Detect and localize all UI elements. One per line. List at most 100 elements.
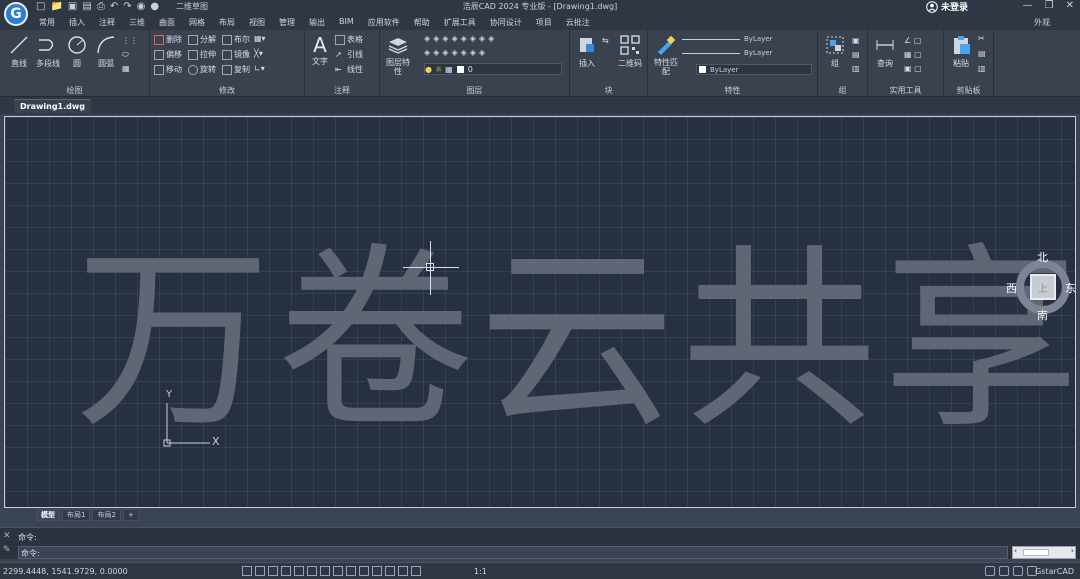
table-button[interactable]: 表格 bbox=[335, 34, 363, 45]
menu-tab-14[interactable]: 协同设计 bbox=[483, 17, 529, 28]
stretch-button[interactable]: 拉伸 bbox=[188, 49, 216, 60]
mirror-button[interactable]: 镜像 bbox=[222, 49, 250, 60]
drawing-canvas[interactable]: 万卷云共享 Y X 上 北 南 东 西 bbox=[4, 116, 1076, 508]
menu-tab-9[interactable]: 输出 bbox=[302, 17, 332, 28]
menu-tab-4[interactable]: 曲面 bbox=[152, 17, 182, 28]
menu-tab-7[interactable]: 视图 bbox=[242, 17, 272, 28]
viewcube-north[interactable]: 北 bbox=[1037, 249, 1048, 265]
selection-cycle-icon[interactable] bbox=[359, 566, 369, 576]
command-input[interactable]: 命令: bbox=[18, 546, 1008, 559]
linetype-dropdown[interactable]: ByLayer bbox=[682, 49, 812, 57]
scrollbar-thumb[interactable] bbox=[1023, 549, 1049, 556]
minimize-icon[interactable]: — bbox=[1023, 0, 1033, 11]
menu-tab-15[interactable]: 项目 bbox=[529, 17, 559, 28]
restore-icon[interactable]: ❐ bbox=[1045, 0, 1054, 11]
menu-tab-12[interactable]: 帮助 bbox=[407, 17, 437, 28]
layer-properties-tool[interactable]: 图层特性 bbox=[384, 34, 412, 76]
polyline-tool[interactable]: 多段线 bbox=[34, 34, 62, 69]
lineweight-toggle-icon[interactable] bbox=[333, 566, 343, 576]
annotation-scale-icon[interactable] bbox=[411, 566, 421, 576]
command-pen-icon[interactable]: ✎ bbox=[3, 545, 11, 555]
viewcube-south[interactable]: 南 bbox=[1037, 307, 1048, 323]
menu-tab-0[interactable]: 常用 bbox=[32, 17, 62, 28]
move-button[interactable]: 移动 bbox=[154, 64, 182, 75]
arc-tool[interactable]: 圆弧 bbox=[93, 34, 119, 69]
boolean-button[interactable]: 布尔 bbox=[222, 34, 250, 45]
menu-tab-16[interactable]: 云批注 bbox=[559, 17, 597, 28]
menu-tab-3[interactable]: 三维 bbox=[122, 17, 152, 28]
menu-tab-6[interactable]: 布局 bbox=[212, 17, 242, 28]
fillet-icon[interactable]: ∟▾ bbox=[254, 64, 265, 73]
leader-button[interactable]: ↗ 引线 bbox=[335, 49, 363, 60]
array-icon[interactable]: ▦▾ bbox=[254, 34, 266, 43]
calculator-icon[interactable]: ▦ ▢ bbox=[904, 50, 922, 59]
menu-tab-8[interactable]: 管理 bbox=[272, 17, 302, 28]
ortho-toggle-icon[interactable] bbox=[268, 566, 278, 576]
menu-tab-11[interactable]: 应用软件 bbox=[361, 17, 407, 28]
paste-tool[interactable]: 粘贴 bbox=[948, 34, 974, 69]
menu-tab-10[interactable]: BIM bbox=[332, 17, 361, 28]
menu-tab-1[interactable]: 插入 bbox=[62, 17, 92, 28]
ellipse-icon[interactable]: ⬭ bbox=[122, 50, 129, 60]
command-scrollbar[interactable]: ‹ › bbox=[1012, 546, 1076, 559]
circle-tool[interactable]: 圆 bbox=[64, 34, 90, 69]
line-tool[interactable]: 直线 bbox=[6, 34, 32, 69]
annotation-visibility-icon[interactable] bbox=[372, 566, 382, 576]
hatch-icon[interactable]: ▦ bbox=[122, 64, 130, 73]
copy-clip-icon[interactable]: ▤ bbox=[978, 49, 986, 58]
polar-toggle-icon[interactable] bbox=[281, 566, 291, 576]
text-tool[interactable]: A 文字 bbox=[309, 34, 331, 67]
menu-tab-13[interactable]: 扩展工具 bbox=[437, 17, 483, 28]
dyn-toggle-icon[interactable] bbox=[320, 566, 330, 576]
copy-base-icon[interactable]: ▥ bbox=[978, 64, 986, 73]
layer-dropdown[interactable]: ● ☼ ▦ 0 bbox=[424, 63, 562, 75]
match-properties-tool[interactable]: 特性匹配 bbox=[652, 34, 680, 76]
tab-model[interactable]: 模型 bbox=[36, 509, 60, 521]
command-close-icon[interactable]: ✕ bbox=[3, 531, 11, 541]
tab-layout2[interactable]: 布局2 bbox=[92, 509, 121, 521]
viewcube-east[interactable]: 东 bbox=[1065, 280, 1075, 296]
erase-button[interactable]: 删除 bbox=[154, 34, 182, 45]
insert-block-tool[interactable]: 插入 bbox=[574, 34, 600, 69]
menu-tab-5[interactable]: 网格 bbox=[182, 17, 212, 28]
cut-icon[interactable]: ✂ bbox=[978, 34, 985, 43]
block-edit-icon[interactable]: ⇆ bbox=[602, 36, 609, 45]
app-logo[interactable]: G bbox=[4, 2, 28, 26]
explode-button[interactable]: 分解 bbox=[188, 34, 216, 45]
rotate-button[interactable]: 旋转 bbox=[188, 64, 216, 75]
pan-icon[interactable] bbox=[398, 566, 408, 576]
menu-tab-2[interactable]: 注释 bbox=[92, 17, 122, 28]
layer-tools-row-2[interactable]: ◈◈◈◈◈◈◈ bbox=[424, 48, 488, 57]
qrcode-tool[interactable]: 二维码 bbox=[616, 34, 644, 69]
offset-button[interactable]: 偏移 bbox=[154, 49, 182, 60]
group-select-icon[interactable]: ▥ bbox=[852, 64, 860, 73]
settings-icon[interactable] bbox=[985, 566, 995, 576]
group-edit-icon[interactable]: ▤ bbox=[852, 50, 860, 59]
login-button[interactable]: 未登录 bbox=[926, 0, 968, 13]
viewcube-top-face[interactable]: 上 bbox=[1030, 274, 1056, 300]
grid-pattern-icon[interactable]: ⋮⋮ bbox=[122, 36, 138, 45]
scroll-right-icon[interactable]: › bbox=[1071, 546, 1074, 555]
layer-tools-row-1[interactable]: ◈◈◈◈◈◈◈◈ bbox=[424, 34, 497, 43]
document-tab-drawing1[interactable]: Drawing1.dwg bbox=[14, 99, 91, 113]
isolate-icon[interactable] bbox=[1013, 566, 1023, 576]
appearance-menu[interactable]: 外观 bbox=[1034, 17, 1050, 28]
annotation-scale[interactable]: 1:1 bbox=[474, 567, 487, 576]
ungroup-icon[interactable]: ▣ bbox=[852, 36, 860, 45]
snap-toggle-icon[interactable] bbox=[255, 566, 265, 576]
add-layout-button[interactable]: + bbox=[122, 509, 139, 521]
color-dropdown[interactable]: ByLayer bbox=[682, 35, 812, 43]
workspace-switch-icon[interactable] bbox=[999, 566, 1009, 576]
lineweight-dropdown[interactable]: ByLayer bbox=[696, 64, 812, 75]
grid-toggle-icon[interactable] bbox=[242, 566, 252, 576]
tab-layout1[interactable]: 布局1 bbox=[62, 509, 91, 521]
viewcube[interactable]: 上 北 南 东 西 bbox=[1006, 249, 1075, 323]
group-tool[interactable]: 组 bbox=[822, 34, 848, 69]
angle-icon[interactable]: ∠ ▢ bbox=[904, 36, 921, 45]
select-all-icon[interactable]: ▣ ▢ bbox=[904, 64, 922, 73]
copy-button[interactable]: 复制 bbox=[222, 64, 250, 75]
scroll-left-icon[interactable]: ‹ bbox=[1014, 546, 1017, 555]
linear-dim-button[interactable]: ⇤ 线性 bbox=[335, 64, 363, 75]
otrack-toggle-icon[interactable] bbox=[307, 566, 317, 576]
close-icon[interactable]: ✕ bbox=[1066, 0, 1074, 11]
